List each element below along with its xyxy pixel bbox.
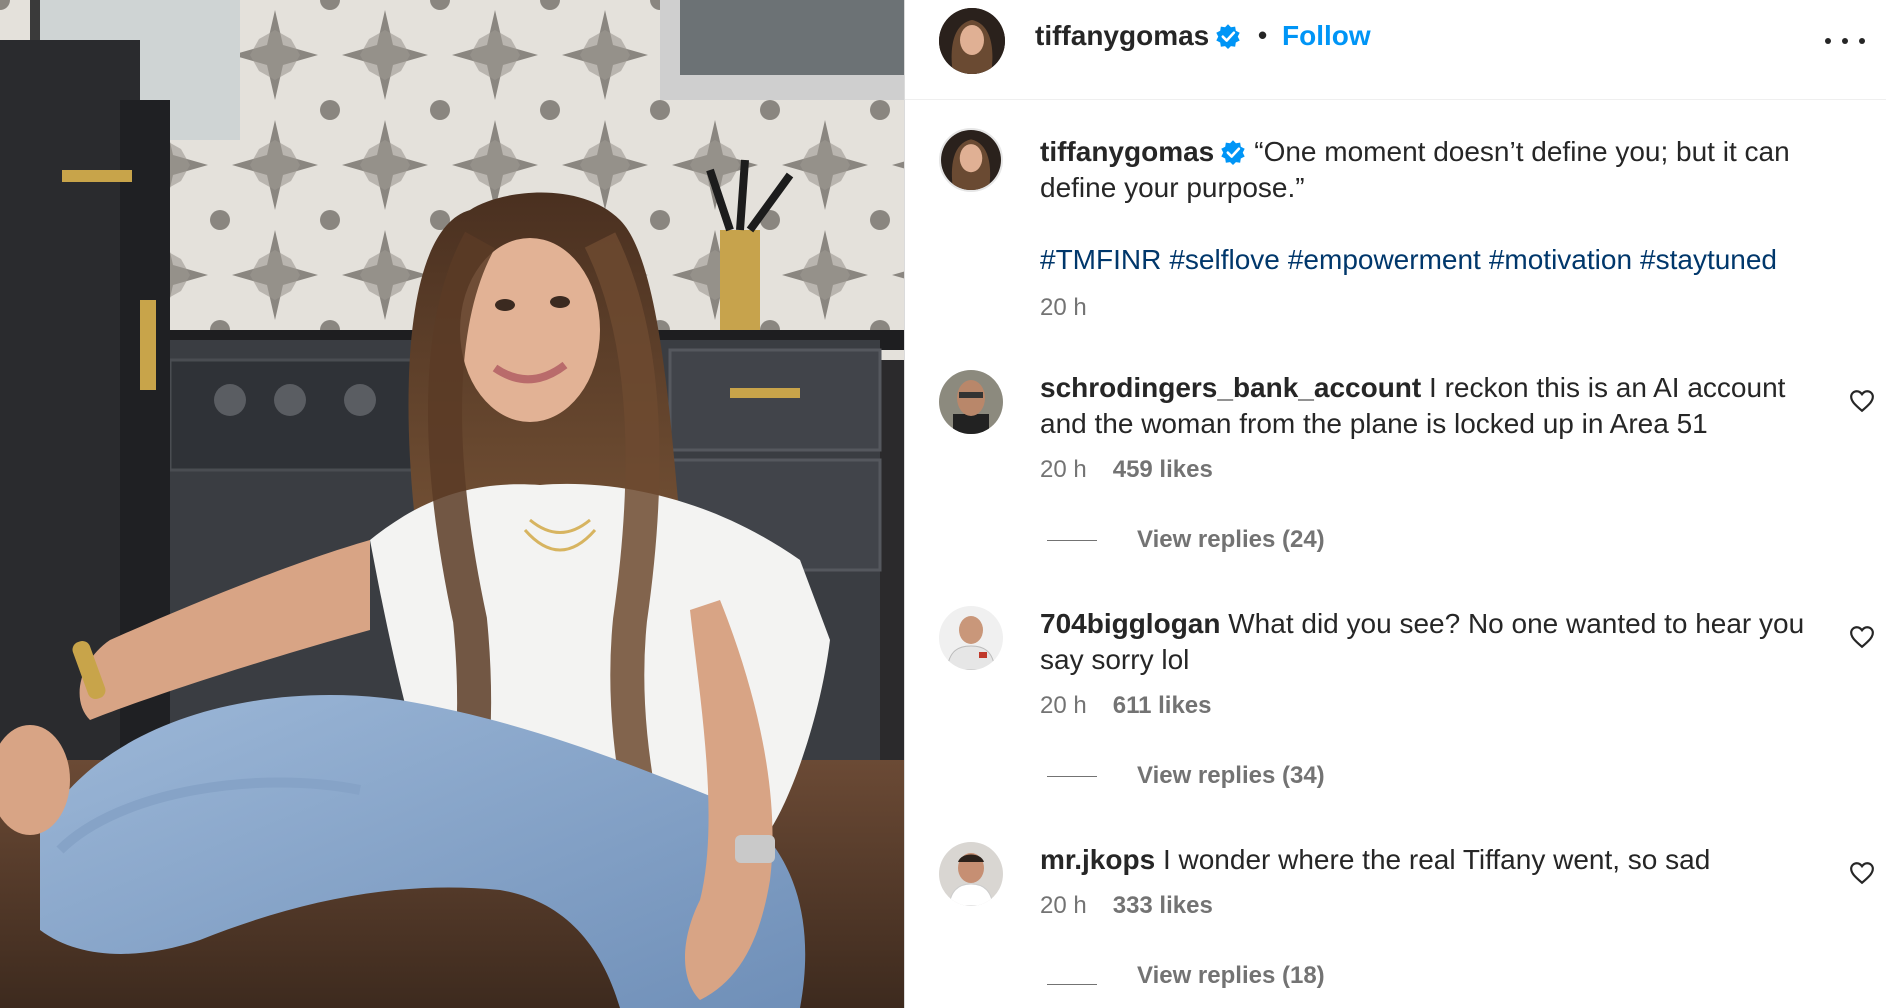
- view-replies-button[interactable]: View replies (24): [1047, 526, 1325, 554]
- avatar-photo-icon: [939, 606, 1003, 670]
- comment-meta: 20 h 459 likes: [1040, 456, 1213, 484]
- more-horizontal-icon[interactable]: [1825, 26, 1865, 56]
- comment-avatar[interactable]: [939, 606, 1003, 670]
- comment-time[interactable]: 20 h: [1040, 692, 1087, 720]
- replies-line: [1047, 539, 1097, 541]
- verified-badge-icon: [1216, 24, 1240, 49]
- view-replies-button[interactable]: View replies (18): [1047, 962, 1325, 990]
- post-photo-image: [0, 0, 904, 1008]
- post-header: tiffanygomas • Follow: [905, 0, 1886, 100]
- heart-icon[interactable]: [1849, 860, 1875, 886]
- header-avatar[interactable]: [939, 8, 1005, 74]
- more-dot: [1842, 38, 1848, 44]
- avatar-photo-icon: [939, 842, 1003, 906]
- comment-likes[interactable]: 611 likes: [1113, 692, 1212, 720]
- caption-time[interactable]: 20 h: [1040, 294, 1087, 322]
- comment-meta: 20 h 333 likes: [1040, 892, 1213, 920]
- comment-username[interactable]: 704bigglogan: [1040, 608, 1220, 639]
- avatar-photo-icon: [939, 8, 1005, 74]
- comment-username[interactable]: mr.jkops: [1040, 844, 1155, 875]
- comment-text-block: mr.jkops I wonder where the real Tiffany…: [1040, 842, 1810, 878]
- more-dot: [1859, 38, 1865, 44]
- comment-time[interactable]: 20 h: [1040, 892, 1087, 920]
- view-replies-label: View replies (34): [1137, 762, 1325, 789]
- header-separator: •: [1258, 20, 1268, 50]
- hashtag-link[interactable]: #motivation: [1489, 244, 1632, 275]
- heart-icon[interactable]: [1849, 388, 1875, 414]
- comment-text-block: schrodingers_bank_account I reckon this …: [1040, 370, 1810, 442]
- caption-text-block: tiffanygomas “One moment doesn’t define …: [1040, 134, 1810, 206]
- avatar-photo-icon: [939, 370, 1003, 434]
- hashtag-link[interactable]: #staytuned: [1640, 244, 1777, 275]
- comment-likes[interactable]: 333 likes: [1113, 892, 1213, 920]
- hashtag-link[interactable]: #selflove: [1169, 244, 1280, 275]
- verified-badge-icon: [1221, 140, 1245, 165]
- comment-text-block: 704bigglogan What did you see? No one wa…: [1040, 606, 1810, 678]
- comment-text: I wonder where the real Tiffany went, so…: [1162, 844, 1711, 875]
- caption-hashtags: #TMFINR #selflove #empowerment #motivation #…: [1040, 242, 1810, 278]
- more-dot: [1825, 38, 1831, 44]
- post-side-panel: tiffanygomas • Follow tiffanygomas “One …: [904, 0, 1886, 1008]
- caption-meta: 20 h: [1040, 294, 1087, 322]
- comment-likes[interactable]: 459 likes: [1113, 456, 1213, 484]
- avatar-photo-icon: [941, 130, 1001, 190]
- view-replies-label: View replies (24): [1137, 526, 1325, 553]
- comment-avatar[interactable]: [939, 370, 1003, 434]
- hashtag-link[interactable]: #empowerment: [1288, 244, 1481, 275]
- header-username-row[interactable]: tiffanygomas: [1035, 20, 1241, 52]
- replies-line: [1047, 775, 1097, 777]
- comment-avatar[interactable]: [939, 842, 1003, 906]
- hashtag-link[interactable]: #TMFINR: [1040, 244, 1161, 275]
- caption-username[interactable]: tiffanygomas: [1040, 136, 1214, 167]
- caption-avatar[interactable]: [939, 128, 1003, 192]
- comment-username[interactable]: schrodingers_bank_account: [1040, 372, 1421, 403]
- comment-time[interactable]: 20 h: [1040, 456, 1087, 484]
- heart-icon[interactable]: [1849, 624, 1875, 650]
- comment-meta: 20 h 611 likes: [1040, 692, 1211, 720]
- view-replies-label: View replies (18): [1137, 962, 1325, 989]
- follow-button[interactable]: Follow: [1282, 20, 1371, 52]
- post-photo[interactable]: [0, 0, 904, 1008]
- replies-line: [1047, 984, 1097, 985]
- view-replies-button[interactable]: View replies (34): [1047, 762, 1325, 790]
- header-username[interactable]: tiffanygomas: [1035, 20, 1209, 51]
